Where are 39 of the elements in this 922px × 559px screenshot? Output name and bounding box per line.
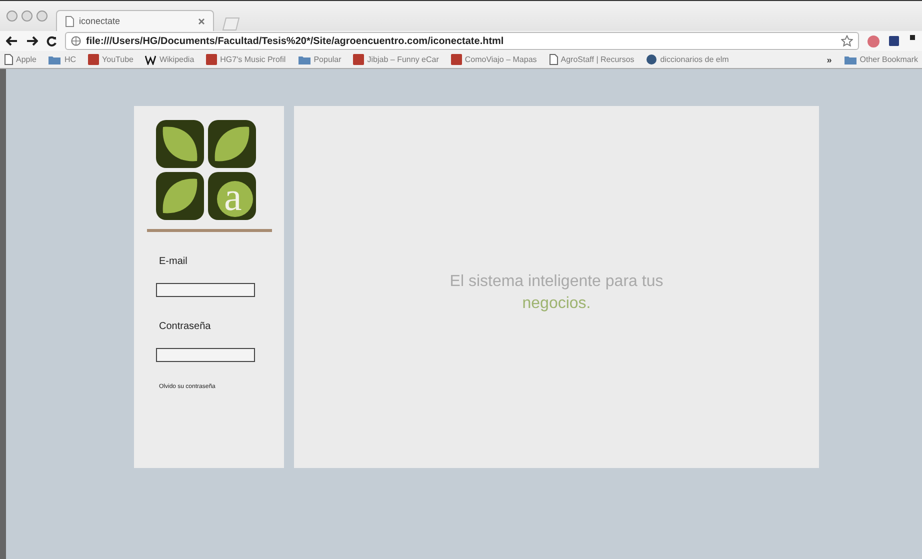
bookmark[interactable]: Jibjab – Funny eCar [353,54,439,65]
more-bookmarks-button[interactable]: » [826,54,832,64]
bookmark[interactable]: YouTube [88,54,134,65]
bookmark[interactable]: Popular [298,54,342,64]
bookmark[interactable]: Other Bookmark [844,54,918,64]
bookmark[interactable]: HG7's Music Profil [206,54,286,65]
folder-icon [844,54,857,64]
bookmark[interactable]: HC [48,54,76,64]
close-icon[interactable] [198,18,205,24]
wikipedia-icon [145,54,156,65]
bookmark[interactable]: AgroStaff | Recursos [548,54,634,65]
browser-tab[interactable]: iconectate [56,10,214,31]
field-label: E-mail [159,256,188,267]
input-field[interactable] [156,348,255,362]
folder-icon [298,54,311,64]
bookmark[interactable]: Wikipedia [145,54,194,65]
extension-icon[interactable] [888,35,900,47]
site-icon [353,54,364,65]
address-bar[interactable]: file:///Users/HG/Documents/Facultad/Tesis%20*/Site/agroencuentro.com/iconectate.html [65,32,859,50]
logo-drawing: a [155,119,257,221]
site-icon [88,54,100,65]
page-icon [548,54,558,65]
forward-icon[interactable] [26,36,38,46]
star-icon[interactable] [841,35,853,47]
page-icon [65,16,74,26]
bookmark[interactable]: Apple [4,54,36,65]
bookmark[interactable]: ComoViajo – Mapas [450,54,537,65]
bookmark[interactable]: diccionarios de elm [646,54,729,65]
field-label: Contraseña [159,321,211,332]
reload-icon[interactable] [46,36,57,46]
folder-icon [48,54,62,64]
page-icon [4,54,13,65]
input-field[interactable] [156,283,255,297]
window-controls-icon [6,10,50,22]
tagline-text: El sistema inteligente para tus [448,272,664,292]
site-icon [206,54,218,65]
site-icon [450,54,462,65]
back-icon[interactable] [6,36,18,46]
tagline-highlight: negocios. [522,295,591,312]
